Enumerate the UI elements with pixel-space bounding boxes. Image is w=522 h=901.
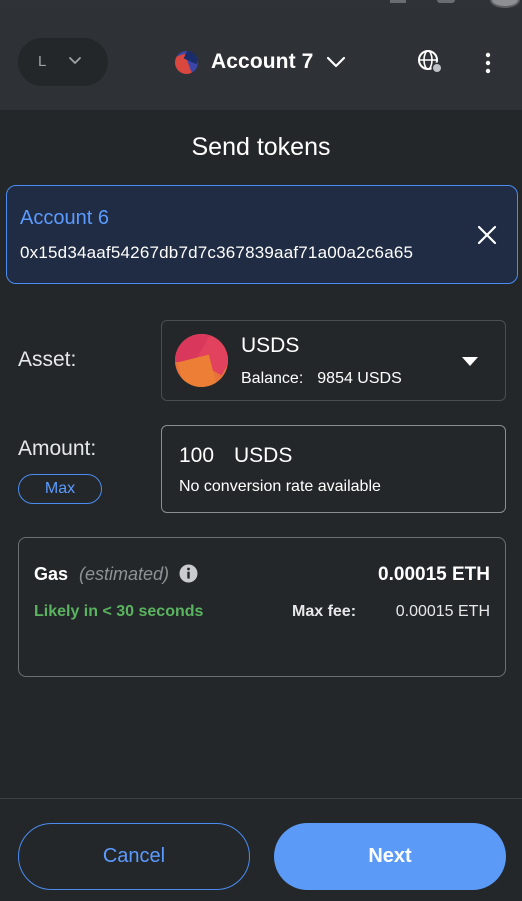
- amount-input[interactable]: 100 USDS No conversion rate available: [161, 425, 506, 513]
- connected-sites-globe-icon[interactable]: [417, 49, 443, 75]
- browser-chrome-strip: [0, 0, 522, 9]
- amount-unit: USDS: [234, 444, 293, 467]
- gas-amount: 0.00015 ETH: [378, 564, 490, 585]
- gas-fee-card: Gas (estimated) 0.00015 ETH Likely in < …: [18, 537, 506, 677]
- network-picker[interactable]: L: [18, 38, 108, 86]
- balance-value: 9854 USDS: [317, 370, 402, 387]
- chevron-down-icon: [327, 56, 346, 68]
- chevron-down-icon: [69, 57, 81, 64]
- account-name: Account 7: [211, 50, 314, 73]
- info-icon[interactable]: [179, 564, 198, 583]
- asset-label: Asset:: [18, 348, 77, 371]
- asset-selector[interactable]: USDS Balance: 9854 USDS: [161, 320, 506, 401]
- footer-divider: [0, 798, 522, 799]
- account-picker[interactable]: Account 7: [175, 45, 347, 79]
- max-fee-value: 0.00015 ETH: [395, 603, 490, 620]
- account-avatar: [175, 50, 198, 74]
- app-header: L Account 7: [0, 9, 522, 110]
- gas-time-estimate: Likely in < 30 seconds: [34, 603, 204, 620]
- gas-title: Gas: [34, 564, 69, 584]
- window-minimize-icon: [390, 0, 406, 3]
- balance-label: Balance:: [241, 370, 304, 387]
- profile-icon: [490, 0, 520, 8]
- close-icon[interactable]: [476, 224, 498, 246]
- amount-label: Amount:: [18, 437, 97, 460]
- page-title: Send tokens: [191, 133, 331, 161]
- recipient-card[interactable]: Account 6 0x15d34aaf54267db7d7c367839aaf…: [6, 185, 518, 284]
- conversion-note: No conversion rate available: [179, 478, 381, 495]
- amount-value[interactable]: 100: [179, 444, 214, 468]
- asset-symbol: USDS: [241, 334, 300, 357]
- cancel-button[interactable]: Cancel: [18, 823, 250, 890]
- usds-token-icon: [175, 334, 228, 387]
- network-initial: L: [38, 53, 47, 70]
- next-button[interactable]: Next: [274, 823, 506, 890]
- caret-down-icon: [462, 357, 478, 366]
- recipient-name: Account 6: [20, 207, 109, 229]
- window-restore-icon: [437, 0, 455, 3]
- more-options-icon[interactable]: [478, 51, 498, 75]
- max-fee-label: Max fee:: [292, 603, 357, 620]
- gas-estimated-label: (estimated): [79, 564, 170, 584]
- recipient-address: 0x15d34aaf54267db7d7c367839aaf71a00a2c6a…: [20, 243, 414, 262]
- asset-balance: Balance: 9854 USDS: [241, 370, 402, 388]
- max-button[interactable]: Max: [18, 474, 102, 504]
